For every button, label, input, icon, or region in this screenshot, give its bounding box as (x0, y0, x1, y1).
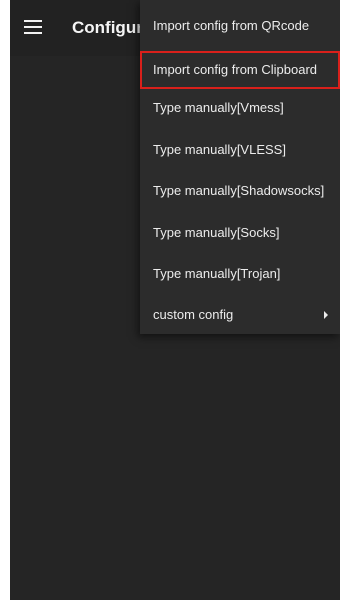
menu-item-import-clipboard[interactable]: Import config from Clipboard (140, 51, 340, 89)
menu-item-type-vmess[interactable]: Type manually[Vmess] (140, 89, 340, 127)
menu-item-type-vless[interactable]: Type manually[VLESS] (140, 131, 340, 169)
menu-item-type-trojan[interactable]: Type manually[Trojan] (140, 255, 340, 293)
menu-item-type-shadowsocks[interactable]: Type manually[Shadowsocks] (140, 172, 340, 210)
app-screen: Configur Import config from QRcode Impor… (10, 0, 340, 600)
submenu-arrow-icon (324, 311, 328, 319)
menu-item-import-qrcode[interactable]: Import config from QRcode (140, 7, 340, 45)
menu-item-custom-config[interactable]: custom config (140, 296, 340, 334)
hamburger-menu-icon[interactable] (24, 20, 42, 34)
import-config-dropdown-menu: Import config from QRcode Import config … (140, 0, 340, 334)
menu-item-custom-config-label: custom config (153, 307, 234, 322)
menu-item-type-socks[interactable]: Type manually[Socks] (140, 214, 340, 252)
page-title: Configur (72, 18, 143, 37)
